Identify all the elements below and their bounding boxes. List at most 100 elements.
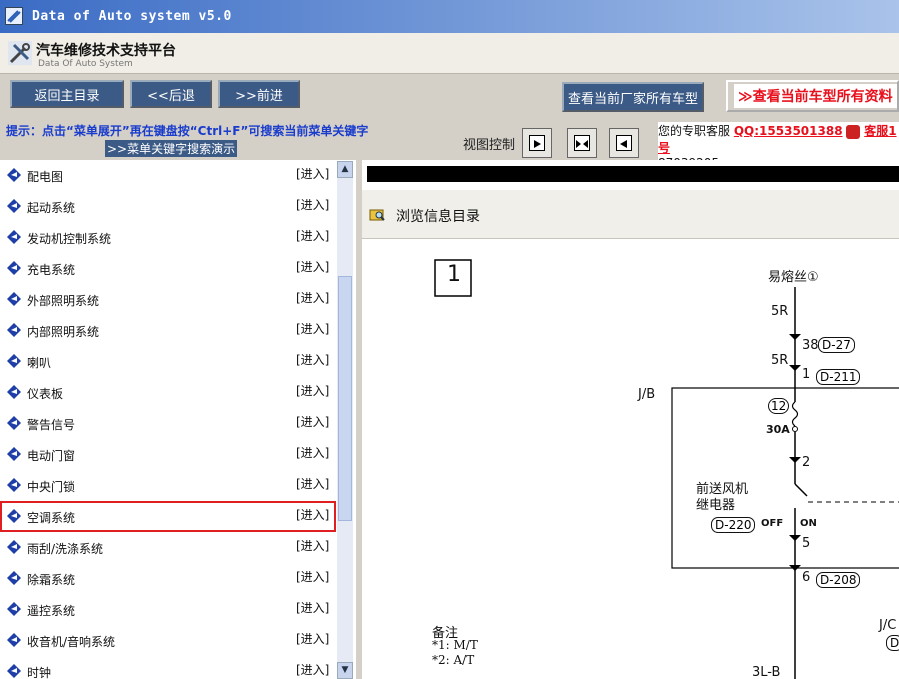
menu-item-label: 发动机控制系统 (27, 232, 112, 246)
home-button[interactable]: 返回主目录 (10, 80, 124, 108)
menu-item[interactable]: 内部照明系统 [进入] (0, 315, 336, 346)
split-arrows-icon (574, 135, 590, 151)
window-title: Data of Auto system v5.0 (32, 9, 232, 24)
menu-item[interactable]: 时钟 [进入] (0, 656, 336, 679)
connector-d27: D-27 (818, 337, 855, 353)
menu-item[interactable]: 充电系统 [进入] (0, 253, 336, 284)
menu-item-enter-link[interactable]: [进入] (296, 351, 329, 368)
menu-item-enter-link[interactable]: [进入] (296, 661, 329, 678)
menu-item[interactable]: 中央门锁 [进入] (0, 470, 336, 501)
menu-item[interactable]: 雨刮/洗涤系统 [进入] (0, 532, 336, 563)
search-demo-link[interactable]: >>菜单关键字搜索演示 (105, 140, 238, 157)
menu-item-label: 雨刮/洗涤系统 (27, 542, 104, 556)
menu-item[interactable]: 电动门窗 [进入] (0, 439, 336, 470)
menu-item-label: 配电图 (27, 170, 64, 184)
expand-left-button[interactable] (609, 128, 639, 158)
menu-item-enter-link[interactable]: [进入] (296, 289, 329, 306)
menu-item-enter-link[interactable]: [进入] (296, 630, 329, 647)
browse-folder-icon (369, 209, 385, 221)
hint-bar: 提示：点击“菜单展开”再在键盘按“Ctrl+F”可搜索当前菜单关键字 >>菜单关… (0, 120, 899, 170)
service-panel: 您的专职客服 QQ:1553501388 客服1号 87039205 (658, 122, 899, 170)
pin-2: 2 (802, 455, 811, 470)
all-models-button[interactable]: 查看当前厂家所有车型 (562, 82, 704, 112)
search-hint-text: 提示：点击“菜单展开”再在键盘按“Ctrl+F”可搜索当前菜单关键字 (6, 124, 369, 138)
menu-item[interactable]: 空调系统 [进入] (0, 501, 336, 532)
menu-item-enter-link[interactable]: [进入] (296, 568, 329, 585)
menu-item-enter-link[interactable]: [进入] (296, 444, 329, 461)
back-button[interactable]: <<后退 (130, 80, 212, 108)
menu-item-enter-link[interactable]: [进入] (296, 165, 329, 182)
connector-d211: D-211 (816, 369, 861, 385)
menu-item[interactable]: 喇叭 [进入] (0, 346, 336, 377)
fuse-number: 12 (768, 398, 790, 414)
fuse-label: 易熔丝① (768, 270, 819, 285)
pin-1: 1 (802, 367, 811, 382)
pin-38: 38 (802, 338, 819, 353)
menu-item-label: 充电系统 (27, 263, 76, 277)
menu-item-enter-link[interactable]: [进入] (296, 506, 329, 523)
menu-item[interactable]: 发动机控制系统 [进入] (0, 222, 336, 253)
menu-item-enter-link[interactable]: [进入] (296, 537, 329, 554)
diamond-book-icon (7, 540, 21, 554)
wiring-diagram-lines (434, 259, 899, 679)
forward-button[interactable]: >>前进 (218, 80, 300, 108)
wire-label-3lb: 3L-B (752, 665, 781, 679)
arrow-right-icon (529, 135, 545, 151)
jc-label: J/C (879, 618, 897, 633)
menu-item-label: 时钟 (27, 666, 52, 679)
pin-5: 5 (802, 536, 811, 551)
double-chevron-icon: ≫ (738, 89, 753, 105)
menu-item[interactable]: 遥控系统 [进入] (0, 594, 336, 625)
menu-item[interactable]: 起动系统 [进入] (0, 191, 336, 222)
relay-off-label: OFF (761, 518, 784, 529)
view-control-label: 视图控制 (463, 138, 516, 153)
diamond-book-icon (7, 509, 21, 523)
diamond-book-icon (7, 416, 21, 430)
fuse-amperage: 30A (766, 423, 790, 436)
diamond-book-icon (7, 261, 21, 275)
menu-item[interactable]: 除霜系统 [进入] (0, 563, 336, 594)
window-titlebar: Data of Auto system v5.0 (0, 0, 899, 33)
app-header: 汽车维修技术支持平台 Data Of Auto System (0, 33, 899, 74)
app-name: 汽车维修技术支持平台 (36, 43, 176, 59)
page-number: 1 (447, 262, 461, 287)
current-model-label: 查看当前车型所有资料 (752, 89, 893, 105)
expand-right-button[interactable] (522, 128, 552, 158)
arrow-left-icon (616, 135, 632, 151)
service-qq-link[interactable]: QQ:1553501388 (734, 124, 843, 138)
split-view-button[interactable] (567, 128, 597, 158)
menu-item[interactable]: 收音机/音响系统 [进入] (0, 625, 336, 656)
menu-scrollbar[interactable]: ▲ ▼ (337, 161, 353, 679)
menu-item[interactable]: 外部照明系统 [进入] (0, 284, 336, 315)
scroll-down-arrow[interactable]: ▼ (337, 662, 353, 679)
menu-item-enter-link[interactable]: [进入] (296, 413, 329, 430)
main-toolbar: 返回主目录 <<后退 >>前进 查看当前厂家所有车型 ≫查看当前车型所有资料 (0, 74, 899, 118)
diamond-book-icon (7, 323, 21, 337)
relay-on-label: ON (800, 518, 817, 529)
menu-item-label: 收音机/音响系统 (27, 635, 116, 649)
menu-item-label: 仪表板 (27, 387, 64, 401)
current-model-button[interactable]: ≫查看当前车型所有资料 (726, 80, 899, 112)
menu-item-enter-link[interactable]: [进入] (296, 196, 329, 213)
connector-d220: D-220 (711, 517, 756, 533)
menu-item[interactable]: 仪表板 [进入] (0, 377, 336, 408)
menu-item-enter-link[interactable]: [进入] (296, 599, 329, 616)
menu-item-enter-link[interactable]: [进入] (296, 475, 329, 492)
menu-item[interactable]: 配电图 [进入] (0, 160, 336, 191)
menu-item-label: 遥控系统 (27, 604, 76, 618)
menu-item-label: 外部照明系统 (27, 294, 100, 308)
tools-logo-icon (8, 41, 32, 65)
menu-item-label: 起动系统 (27, 201, 76, 215)
scroll-thumb[interactable] (338, 276, 352, 521)
menu-item-enter-link[interactable]: [进入] (296, 382, 329, 399)
menu-item[interactable]: 警告信号 [进入] (0, 408, 336, 439)
note-2: *2: A/T (432, 653, 475, 667)
menu-item-enter-link[interactable]: [进入] (296, 320, 329, 337)
scroll-up-arrow[interactable]: ▲ (337, 161, 353, 178)
menu-item-enter-link[interactable]: [进入] (296, 227, 329, 244)
menu-item-enter-link[interactable]: [进入] (296, 258, 329, 275)
diamond-book-icon (7, 385, 21, 399)
content-pane: 浏览信息目录 1 易熔丝① 5R 38 D-27 5R 1 D-211 J/B … (362, 160, 899, 679)
browse-directory-link[interactable]: 浏览信息目录 (396, 206, 480, 226)
diamond-book-icon (7, 447, 21, 461)
